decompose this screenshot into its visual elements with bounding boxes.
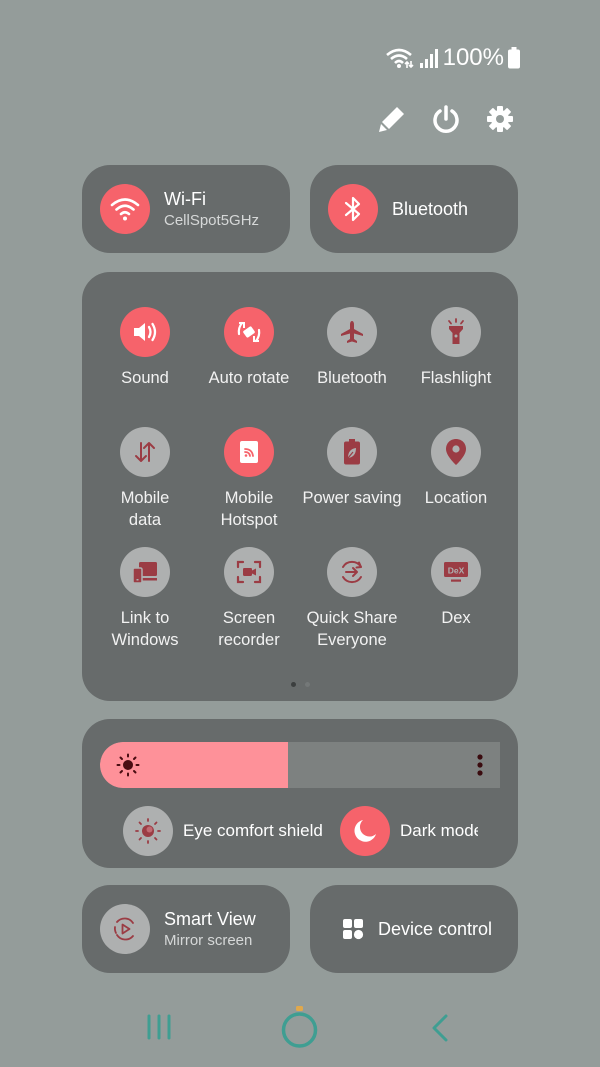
tile-power-saving[interactable]: Power saving bbox=[300, 427, 404, 509]
battery-percent: 100% bbox=[442, 44, 504, 71]
moon-icon bbox=[354, 820, 376, 842]
page-dot-active[interactable] bbox=[290, 682, 296, 687]
tile-label: Mobile data bbox=[120, 489, 170, 529]
tile-location[interactable]: Location bbox=[404, 427, 508, 509]
tile-label: Link to Windows bbox=[111, 609, 179, 649]
mobile-data-icon bbox=[135, 442, 155, 462]
flashlight-icon bbox=[448, 318, 464, 344]
more-options-icon[interactable] bbox=[476, 753, 484, 777]
bluetooth-tile[interactable]: Bluetooth bbox=[310, 165, 518, 253]
wifi-title: Wi-Fi bbox=[164, 189, 206, 209]
airplane-icon bbox=[341, 321, 363, 343]
power-button[interactable] bbox=[430, 103, 462, 135]
tile-label: Mobile Hotspot bbox=[220, 489, 278, 529]
bluetooth-title: Bluetooth bbox=[392, 198, 469, 219]
recents-button[interactable] bbox=[146, 1014, 172, 1045]
edit-button[interactable] bbox=[376, 103, 408, 135]
power-icon bbox=[433, 105, 459, 133]
brightness-panel: Eye comfort shield Dark mode bbox=[82, 719, 518, 868]
dex-icon: DeX bbox=[444, 562, 468, 582]
device-control-icon bbox=[343, 919, 364, 940]
tile-label: Auto rotate bbox=[208, 369, 290, 387]
home-button[interactable] bbox=[280, 1006, 320, 1055]
dark-mode-label: Dark mode bbox=[400, 821, 478, 840]
smart-view-title: Smart View bbox=[164, 909, 256, 929]
home-icon bbox=[281, 1006, 318, 1048]
smart-view-subtitle: Mirror screen bbox=[164, 932, 253, 949]
bluetooth-toggle[interactable] bbox=[328, 184, 378, 234]
brightness-icon bbox=[116, 753, 140, 777]
tile-airplane[interactable]: Bluetooth bbox=[300, 307, 404, 389]
tile-sound[interactable]: Sound bbox=[93, 307, 197, 389]
bluetooth-icon bbox=[344, 196, 361, 222]
wifi-data-icon bbox=[385, 48, 414, 69]
eye-comfort-icon bbox=[135, 818, 161, 844]
tile-link-to-windows[interactable]: Link to Windows bbox=[93, 547, 197, 651]
quick-settings-panel: Sound Auto rotate Bluetooth Flashlight M… bbox=[82, 272, 518, 701]
page-dot[interactable] bbox=[304, 682, 310, 687]
tile-label: Location bbox=[424, 489, 488, 507]
tile-label: Flashlight bbox=[420, 369, 492, 387]
tile-mobile-hotspot[interactable]: Mobile Hotspot bbox=[197, 427, 301, 531]
gear-icon bbox=[487, 106, 513, 132]
wifi-network-name: CellSpot5GHz bbox=[164, 212, 260, 229]
tile-auto-rotate[interactable]: Auto rotate bbox=[197, 307, 301, 389]
link-to-windows-icon bbox=[132, 562, 157, 584]
brightness-slider[interactable] bbox=[100, 742, 500, 788]
battery-icon bbox=[508, 47, 520, 69]
page-indicator bbox=[82, 682, 518, 687]
smart-view-icon bbox=[113, 917, 134, 941]
svg-text:DeX: DeX bbox=[448, 566, 465, 576]
power-saving-icon bbox=[344, 439, 360, 465]
tile-label: Screen recorder bbox=[218, 609, 280, 649]
device-control-tile[interactable]: Device control bbox=[310, 885, 518, 973]
smart-view-tile[interactable]: Smart View Mirror screen bbox=[82, 885, 290, 973]
top-actions bbox=[376, 103, 516, 135]
tile-label: Bluetooth bbox=[317, 369, 387, 387]
tile-screen-recorder[interactable]: Screen recorder bbox=[197, 547, 301, 651]
tile-label: Sound bbox=[121, 369, 169, 387]
eye-comfort-label: Eye comfort shield bbox=[183, 821, 323, 840]
eye-comfort-toggle[interactable]: Eye comfort shield bbox=[123, 806, 323, 856]
signal-icon bbox=[419, 49, 438, 68]
navigation-bar bbox=[0, 1000, 600, 1055]
settings-button[interactable] bbox=[484, 103, 516, 135]
screen-recorder-icon bbox=[236, 560, 262, 584]
hotspot-icon bbox=[240, 441, 258, 463]
tile-label: Quick Share Everyone bbox=[306, 609, 398, 649]
device-control-title: Device control bbox=[378, 918, 493, 939]
back-button[interactable] bbox=[430, 1014, 450, 1047]
sound-icon bbox=[134, 322, 157, 342]
wifi-icon bbox=[110, 198, 140, 221]
location-icon bbox=[446, 439, 466, 465]
back-icon bbox=[432, 1014, 448, 1042]
tile-label: Power saving bbox=[302, 489, 402, 507]
auto-rotate-icon bbox=[237, 321, 261, 343]
tile-quick-share[interactable]: Quick Share Everyone bbox=[300, 547, 404, 651]
dark-mode-toggle[interactable]: Dark mode bbox=[340, 806, 478, 856]
tile-label: Dex bbox=[441, 609, 471, 627]
recents-icon bbox=[147, 1014, 171, 1040]
status-bar: 100% bbox=[385, 44, 520, 72]
tile-mobile-data[interactable]: Mobile data bbox=[93, 427, 197, 531]
tile-dex[interactable]: DeX Dex bbox=[404, 547, 508, 629]
quick-share-icon bbox=[342, 560, 362, 584]
tile-flashlight[interactable]: Flashlight bbox=[404, 307, 508, 389]
wifi-tile[interactable]: Wi-Fi CellSpot5GHz bbox=[82, 165, 290, 253]
pencil-icon bbox=[379, 107, 404, 132]
wifi-toggle[interactable] bbox=[100, 184, 150, 234]
